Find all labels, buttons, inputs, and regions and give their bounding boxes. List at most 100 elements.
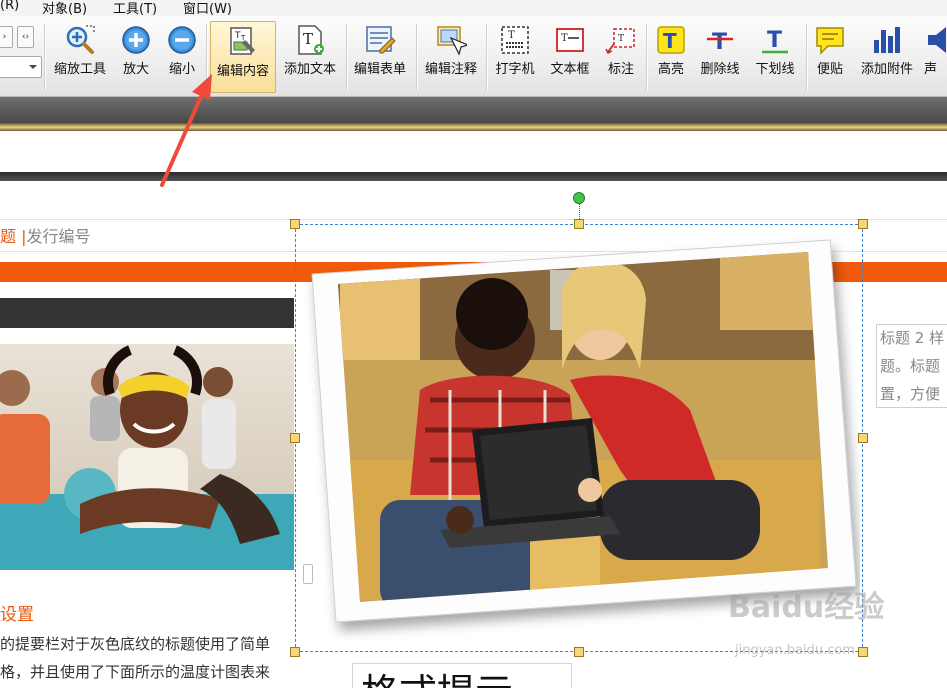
resize-handle-bottom-left[interactable] <box>290 647 300 657</box>
zoom-in-icon <box>122 26 150 54</box>
breadcrumb: 题 |发行编号 <box>0 223 91 247</box>
resize-handle-left[interactable] <box>290 433 300 443</box>
zoom-level-select[interactable] <box>0 56 42 78</box>
toolbar-separator <box>486 24 487 90</box>
menu-bar: (R) 对象(B) 工具(T) 窗口(W) <box>0 0 947 17</box>
zoom-tool-label: 缩放工具 <box>53 62 106 77</box>
left-dark-bar <box>0 298 294 328</box>
edit-content-label: 编辑内容 <box>216 64 269 79</box>
zoom-tool-button[interactable]: 缩放工具 <box>48 20 112 92</box>
svg-text:T: T <box>234 31 241 41</box>
breadcrumb-issue[interactable]: 发行编号 <box>27 227 91 246</box>
page-top-band <box>0 97 947 122</box>
body-text-line-2[interactable]: 格，并且使用了下面所示的温度计图表来 <box>0 661 270 682</box>
svg-text:T: T <box>508 30 515 41</box>
zoom-tool-icon <box>66 25 95 54</box>
resize-handle-top[interactable] <box>574 219 584 229</box>
text-box-label: 文本框 <box>550 62 590 77</box>
toolbar-separator <box>206 24 207 90</box>
edit-form-button[interactable]: 编辑表单 <box>348 20 412 92</box>
fitness-photo[interactable] <box>0 344 294 570</box>
divider <box>0 219 947 220</box>
zoom-in-label: 放大 <box>122 62 149 77</box>
edit-annotation-label: 编辑注释 <box>424 62 477 77</box>
sticky-note-button[interactable]: 便贴 <box>810 20 850 92</box>
page-header-strip <box>0 131 947 172</box>
menu-item-object[interactable]: 对象(B) <box>42 0 87 17</box>
resize-handle-bottom-right[interactable] <box>858 647 868 657</box>
menu-item-r[interactable]: (R) <box>0 0 19 13</box>
resize-handle-top-right[interactable] <box>858 219 868 229</box>
toolbar-separator <box>806 24 807 90</box>
sticky-note-icon <box>816 27 844 55</box>
page-stepper-button[interactable]: ‹› <box>17 26 34 48</box>
edit-form-label: 编辑表单 <box>353 62 406 77</box>
underline-button[interactable]: T 下划线 <box>748 20 802 92</box>
strikethrough-icon: T <box>707 30 733 55</box>
toolbar-separator <box>646 24 647 90</box>
toolbar-separator <box>346 24 347 90</box>
add-text-label: 添加文本 <box>283 62 336 77</box>
strikethrough-button[interactable]: T 删除线 <box>694 20 746 92</box>
baidu-watermark: Baidu经验 <box>728 590 885 625</box>
baidu-watermark-url: jingyan.baidu.com <box>735 643 855 658</box>
edit-form-icon <box>366 26 396 54</box>
svg-text:T: T <box>767 28 782 53</box>
callout-button[interactable]: T 标注 <box>600 20 642 92</box>
add-text-button[interactable]: T 添加文本 <box>278 20 342 92</box>
svg-text:T: T <box>303 30 313 48</box>
zoom-out-label: 缩小 <box>168 62 195 77</box>
highlight-icon: T <box>657 26 685 54</box>
edit-content-button[interactable]: T T 编辑内容 <box>210 21 276 93</box>
attachment-icon <box>874 27 900 53</box>
rotate-handle[interactable] <box>573 192 585 204</box>
typewriter-button[interactable]: T 打字机 <box>490 20 540 92</box>
resize-handle-top-left[interactable] <box>290 219 300 229</box>
svg-text:T: T <box>663 29 677 53</box>
menu-item-tools[interactable]: 工具(T) <box>113 0 157 17</box>
strikethrough-label: 删除线 <box>700 62 740 77</box>
typewriter-label: 打字机 <box>495 62 535 77</box>
zoom-out-button[interactable]: 缩小 <box>162 20 202 92</box>
side-text-line: 题。标题 <box>880 357 941 375</box>
toolbar-separator <box>44 24 45 90</box>
toolbar: › ‹› 缩放工具 放大 缩小 T T 编辑内容 T 添加文本 编辑表单 编辑注… <box>0 16 947 97</box>
underline-icon: T <box>762 28 788 54</box>
sound-label: 声 <box>924 62 938 77</box>
text-box-icon: T <box>556 28 584 52</box>
sound-icon <box>928 27 946 53</box>
callout-label: 标注 <box>607 62 634 77</box>
menu-item-window[interactable]: 窗口(W) <box>183 0 232 17</box>
typewriter-icon: T <box>501 26 529 54</box>
sound-button[interactable]: 声 <box>924 20 947 92</box>
zoom-in-button[interactable]: 放大 <box>116 20 156 92</box>
callout-icon: T <box>605 28 635 55</box>
svg-text:T: T <box>561 33 568 44</box>
highlight-button[interactable]: T 高亮 <box>650 20 692 92</box>
resize-handle-bottom[interactable] <box>574 647 584 657</box>
side-text-box[interactable]: 标题 2 样 题。标题 置，方便 <box>876 324 947 408</box>
breadcrumb-active[interactable]: 题 <box>0 227 16 246</box>
svg-text:T: T <box>618 34 624 44</box>
text-box-button[interactable]: T 文本框 <box>544 20 596 92</box>
highlight-label: 高亮 <box>657 62 684 77</box>
page-nav-button[interactable]: › <box>0 26 13 48</box>
toolbar-separator <box>416 24 417 90</box>
resize-handle-right[interactable] <box>858 433 868 443</box>
zoom-out-icon <box>168 26 196 54</box>
chevron-down-icon <box>29 65 37 69</box>
page-top-gold-band <box>0 122 947 131</box>
sticky-note-label: 便贴 <box>816 62 843 77</box>
underline-label: 下划线 <box>755 62 795 77</box>
heading-text-box[interactable]: 格式提示 <box>352 663 572 688</box>
add-attachment-button[interactable]: 添加附件 <box>854 20 920 92</box>
app-window: (R) 对象(B) 工具(T) 窗口(W) › ‹› 缩放工具 放大 缩小 T … <box>0 0 947 688</box>
add-attachment-label: 添加附件 <box>860 62 913 77</box>
section-title[interactable]: 设置 <box>0 600 34 625</box>
edit-annotation-button[interactable]: 编辑注释 <box>418 20 484 92</box>
side-text-line: 置，方便 <box>880 385 941 403</box>
body-text-line-1[interactable]: 的提要栏对于灰色底纹的标题使用了简单 <box>0 633 270 654</box>
page-top-dark-band <box>0 172 947 181</box>
format-tips-heading: 格式提示 <box>361 664 513 688</box>
edit-annotation-icon <box>437 26 467 56</box>
